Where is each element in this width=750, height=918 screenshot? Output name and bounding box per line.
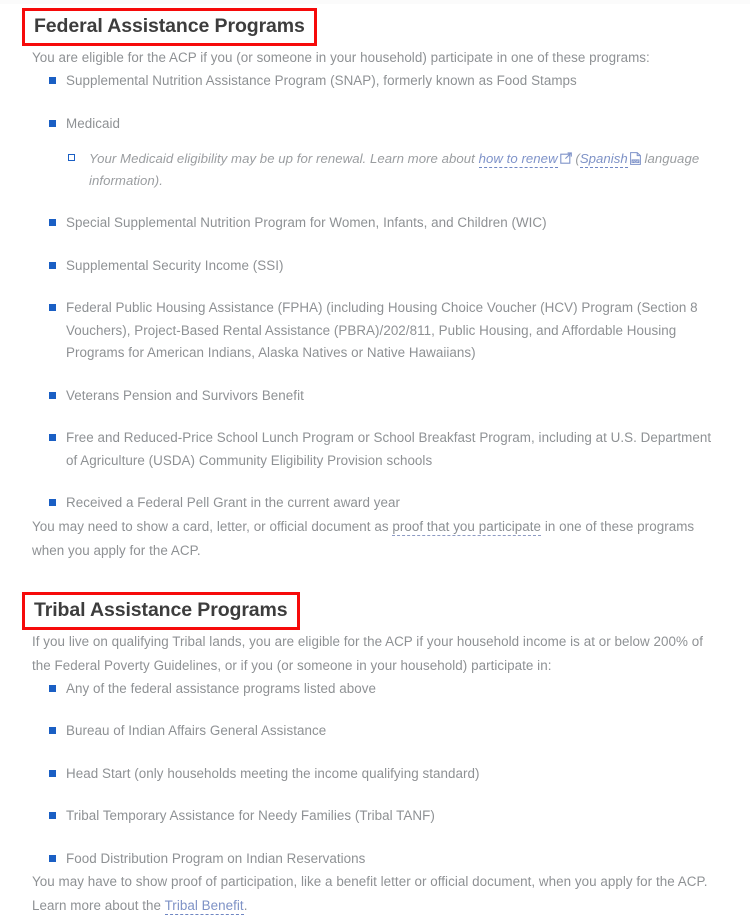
- external-link-icon: [559, 149, 572, 164]
- outro-2-lead: You may have to show proof of participat…: [32, 874, 708, 913]
- list-item: Tribal Temporary Assistance for Needy Fa…: [32, 805, 718, 828]
- spanish-pdf-link[interactable]: Spanish: [579, 151, 628, 168]
- section-1-outro-paragraph: You may need to show a card, letter, or …: [32, 515, 718, 563]
- list-item-label: Received a Federal Pell Grant in the cur…: [66, 495, 400, 510]
- federal-programs-list: Supplemental Nutrition Assistance Progra…: [32, 70, 718, 515]
- section-2-heading-block: Tribal Assistance Programs: [22, 591, 718, 630]
- list-item-label: Veterans Pension and Survivors Benefit: [66, 387, 304, 403]
- list-item-label: Special Supplemental Nutrition Program f…: [66, 215, 547, 230]
- list-item-label: Free and Reduced-Price School Lunch Prog…: [66, 430, 712, 468]
- list-item: Medicaid Your Medicaid eligibility may b…: [32, 113, 718, 193]
- outro-1-lead: You may need to show a card, letter, or …: [32, 518, 393, 534]
- list-item: Bureau of Indian Affairs General Assista…: [32, 720, 718, 743]
- list-item-label: Tribal Temporary Assistance for Needy Fa…: [66, 808, 435, 823]
- list-item-label: Food Distribution Program on Indian Rese…: [66, 850, 366, 866]
- list-item-label: Any of the federal assistance programs l…: [66, 680, 376, 696]
- square-bullet-icon: [49, 77, 56, 84]
- list-item: Supplemental Nutrition Assistance Progra…: [32, 70, 718, 93]
- list-item: Supplemental Security Income (SSI): [32, 255, 718, 278]
- square-bullet-icon: [49, 727, 56, 734]
- list-item: Special Supplemental Nutrition Program f…: [32, 212, 718, 235]
- list-item: Your Medicaid eligibility may be up for …: [66, 148, 718, 192]
- proof-that-you-participate-link[interactable]: proof that you participate: [392, 518, 542, 536]
- square-bullet-icon: [49, 769, 56, 777]
- annotation-box-federal-assistance-programs: Federal Assistance Programs: [22, 8, 317, 46]
- how-to-renew-link[interactable]: how to renew: [478, 151, 558, 168]
- square-bullet-icon: [49, 219, 56, 226]
- medicaid-note-mid: (: [571, 151, 580, 166]
- medicaid-note-lead: Your Medicaid eligibility may be up for …: [89, 151, 479, 166]
- list-item: Received a Federal Pell Grant in the cur…: [32, 492, 718, 515]
- square-bullet-icon: [49, 854, 56, 862]
- section-1-intro-paragraph: You are eligible for the ACP if you (or …: [32, 50, 650, 65]
- square-bullet-icon: [49, 119, 56, 127]
- list-item-label: Head Start (only households meeting the …: [66, 765, 480, 781]
- list-item-label: Medicaid: [66, 115, 120, 131]
- tribal-programs-list: Any of the federal assistance programs l…: [32, 678, 718, 871]
- page-title-tribal-assistance-programs: Tribal Assistance Programs: [34, 598, 288, 621]
- svg-text:PDF: PDF: [632, 159, 639, 163]
- square-bullet-icon: [49, 684, 56, 692]
- square-bullet-icon: [49, 304, 56, 311]
- section-2-outro-paragraph: You may have to show proof of participat…: [32, 870, 718, 918]
- annotation-box-tribal-assistance-programs: Tribal Assistance Programs: [22, 591, 300, 630]
- section-2-intro-paragraph: If you live on qualifying Tribal lands, …: [32, 633, 704, 673]
- pdf-file-icon: PDF: [629, 150, 641, 165]
- square-bullet-icon: [49, 391, 56, 399]
- list-item-label: Supplemental Security Income (SSI): [66, 257, 284, 273]
- page-title-federal-assistance-programs: Federal Assistance Programs: [34, 15, 305, 37]
- list-item: Head Start (only households meeting the …: [32, 763, 718, 786]
- list-item: Federal Public Housing Assistance (FPHA)…: [32, 297, 718, 365]
- list-item: Food Distribution Program on Indian Rese…: [32, 848, 718, 871]
- list-item-label: Supplemental Nutrition Assistance Progra…: [66, 73, 577, 88]
- square-bullet-icon: [49, 261, 56, 269]
- tribal-benefit-link[interactable]: Tribal Benefit: [164, 898, 244, 915]
- square-bullet-icon: [49, 434, 56, 441]
- document-page: Federal Assistance Programs You are elig…: [0, 0, 750, 915]
- document-content: Federal Assistance Programs You are elig…: [22, 8, 718, 918]
- square-bullet-icon: [49, 499, 56, 506]
- square-bullet-icon: [49, 812, 56, 819]
- list-item: Veterans Pension and Survivors Benefit: [32, 385, 718, 408]
- list-item: Any of the federal assistance programs l…: [32, 678, 718, 701]
- page-top-band: [0, 0, 750, 4]
- medicaid-renewal-sublist: Your Medicaid eligibility may be up for …: [66, 148, 718, 192]
- list-item: Free and Reduced-Price School Lunch Prog…: [32, 427, 718, 472]
- list-item-label: Bureau of Indian Affairs General Assista…: [66, 723, 327, 738]
- section-1-heading-block: Federal Assistance Programs: [22, 8, 718, 46]
- list-item-label: Federal Public Housing Assistance (FPHA)…: [66, 300, 698, 360]
- hollow-square-bullet-icon: [68, 154, 75, 161]
